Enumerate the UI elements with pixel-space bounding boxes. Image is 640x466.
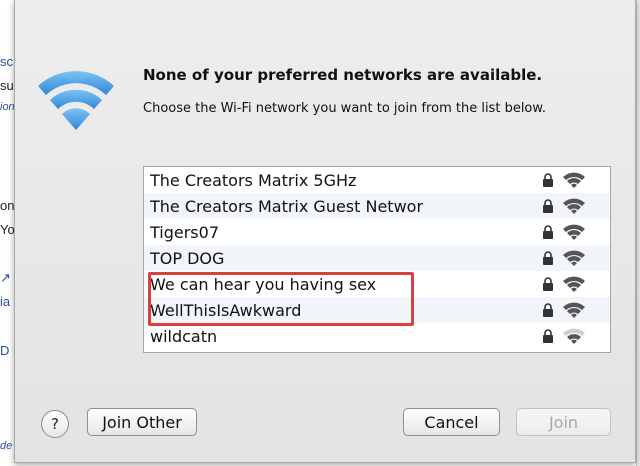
background-text: de [0, 440, 13, 452]
network-row[interactable]: The Creators Matrix Guest Networ [144, 193, 610, 219]
lock-icon [543, 251, 553, 265]
wifi-signal-icon [563, 276, 585, 292]
background-link[interactable]: ia [0, 294, 10, 309]
lock-icon [543, 225, 553, 239]
lock-icon [543, 199, 553, 213]
background-link[interactable]: D [0, 343, 9, 358]
wifi-signal-icon [563, 328, 585, 344]
network-name: The Creators Matrix 5GHz [150, 170, 357, 190]
network-row[interactable]: Tigers07 [144, 219, 610, 245]
wifi-signal-icon [563, 198, 585, 214]
help-button[interactable]: ? [41, 410, 69, 438]
wifi-signal-icon [563, 250, 585, 266]
dialog-subtitle: Choose the Wi-Fi network you want to joi… [143, 101, 546, 116]
lock-icon [543, 303, 553, 317]
join-other-button[interactable]: Join Other [87, 408, 197, 436]
wifi-icon [38, 71, 114, 130]
network-row[interactable]: The Creators Matrix 5GHz [144, 167, 610, 193]
lock-icon [543, 277, 553, 291]
background-text: on [0, 198, 15, 213]
background-text: sc [0, 54, 13, 69]
network-name: wildcatn [150, 326, 218, 346]
wifi-signal-icon [563, 172, 585, 188]
highlight-annotation [148, 272, 414, 326]
network-row[interactable]: wildcatn [144, 323, 610, 349]
lock-icon [543, 329, 553, 343]
background-text: Yo [0, 222, 15, 237]
network-name: The Creators Matrix Guest Networ [150, 196, 424, 216]
dialog-headline: None of your preferred networks are avai… [143, 66, 543, 84]
background-scrollbar[interactable] [636, 0, 640, 466]
background-text: su [0, 78, 14, 93]
wifi-signal-icon [563, 302, 585, 318]
external-link-icon[interactable]: ↗ [0, 270, 11, 286]
wifi-signal-icon [563, 224, 585, 240]
cancel-button[interactable]: Cancel [403, 408, 500, 436]
wifi-join-dialog: None of your preferred networks are avai… [14, 0, 636, 463]
network-name: Tigers07 [150, 222, 219, 242]
network-name: TOP DOG [150, 248, 225, 268]
screen: sc su ion on Yo ↗ ia D de None of your p… [0, 0, 640, 466]
network-row[interactable]: TOP DOG [144, 245, 610, 271]
background-link[interactable]: ion [0, 101, 15, 113]
join-button[interactable]: Join [516, 408, 611, 436]
lock-icon [543, 173, 553, 187]
